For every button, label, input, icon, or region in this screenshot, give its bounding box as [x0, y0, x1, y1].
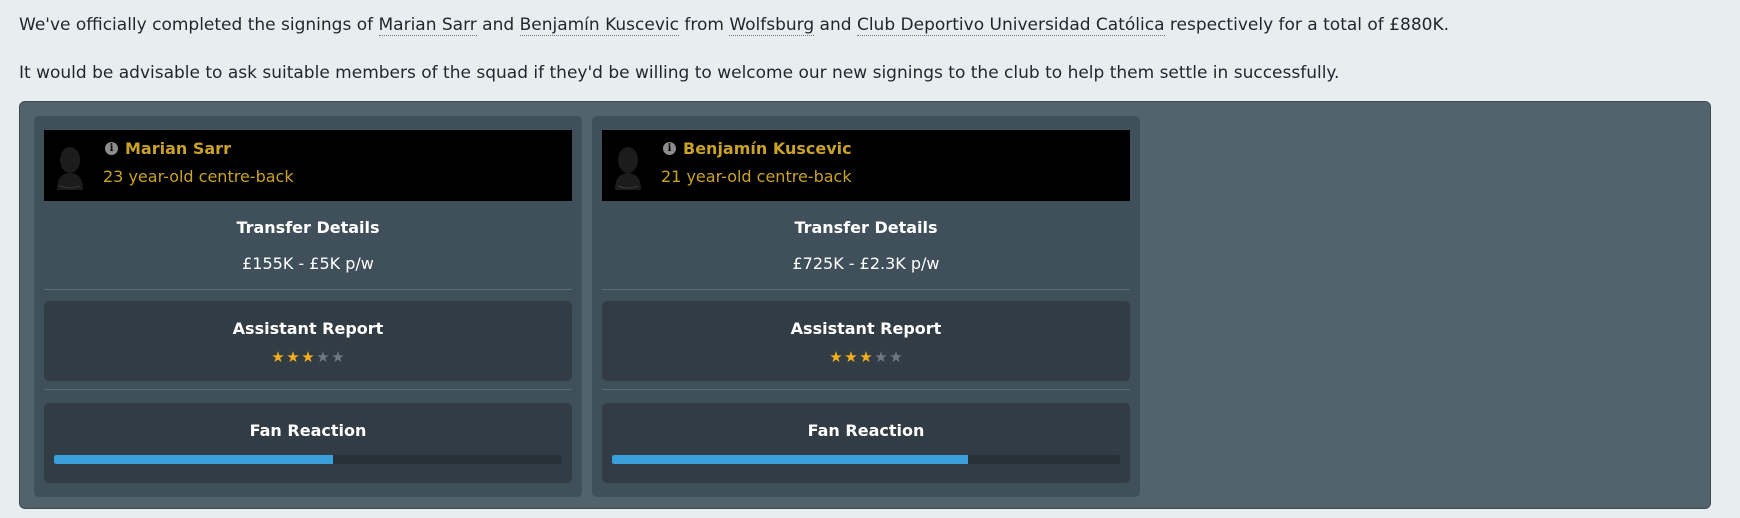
- player-header[interactable]: i Marian Sarr 23 year-old centre-back: [44, 130, 572, 201]
- star-filled-icon: ★: [859, 348, 873, 366]
- star-empty-icon: ★: [316, 348, 330, 366]
- player-name[interactable]: Benjamín Kuscevic: [683, 139, 852, 158]
- info-icon[interactable]: i: [105, 142, 118, 155]
- intro-text: and: [476, 15, 520, 35]
- club-link-wolfsburg[interactable]: Wolfsburg: [729, 15, 815, 36]
- signing-card: i Marian Sarr 23 year-old centre-back Tr…: [34, 116, 582, 497]
- star-rating: ★ ★ ★ ★ ★: [602, 349, 1130, 365]
- intro-text: We've officially completed the signings …: [19, 15, 379, 35]
- advice-text: It would be advisable to ask suitable me…: [19, 63, 1340, 83]
- fan-reaction-title: Fan Reaction: [807, 421, 925, 440]
- star-filled-icon: ★: [286, 348, 300, 366]
- assistant-report-title: Assistant Report: [790, 319, 942, 338]
- fan-reaction-title: Fan Reaction: [249, 421, 367, 440]
- fan-reaction-box: Fan Reaction: [602, 403, 1130, 483]
- club-link-universidad-catolica[interactable]: Club Deportivo Universidad Católica: [856, 15, 1165, 36]
- divider: [602, 289, 1130, 290]
- divider: [44, 289, 572, 290]
- fan-reaction-bar-fill: [612, 455, 968, 464]
- fan-reaction-bar: [612, 455, 1120, 464]
- signing-card: i Benjamín Kuscevic 21 year-old centre-b…: [592, 116, 1140, 497]
- player-silhouette-icon: [615, 147, 641, 190]
- transfer-details-value: £725K - £2.3K p/w: [792, 254, 940, 273]
- star-rating: ★ ★ ★ ★ ★: [44, 349, 572, 365]
- fan-reaction-bar: [54, 455, 562, 464]
- star-empty-icon: ★: [874, 348, 888, 366]
- star-filled-icon: ★: [271, 348, 285, 366]
- news-intro-line: We've officially completed the signings …: [19, 15, 1450, 36]
- transfer-details-title: Transfer Details: [236, 218, 380, 237]
- assistant-report-title: Assistant Report: [232, 319, 384, 338]
- signings-panel: i Marian Sarr 23 year-old centre-back Tr…: [19, 101, 1711, 509]
- divider: [44, 389, 572, 390]
- star-empty-icon: ★: [889, 348, 903, 366]
- intro-text: from: [678, 15, 730, 35]
- fan-reaction-box: Fan Reaction: [44, 403, 572, 483]
- player-name[interactable]: Marian Sarr: [125, 139, 231, 158]
- divider: [602, 389, 1130, 390]
- transfer-details-title: Transfer Details: [794, 218, 938, 237]
- player-silhouette-icon: [57, 147, 83, 190]
- info-icon[interactable]: i: [663, 142, 676, 155]
- star-filled-icon: ★: [301, 348, 315, 366]
- player-description: 23 year-old centre-back: [103, 167, 294, 186]
- player-header[interactable]: i Benjamín Kuscevic 21 year-old centre-b…: [602, 130, 1130, 201]
- fan-reaction-bar-fill: [54, 455, 334, 464]
- player-description: 21 year-old centre-back: [661, 167, 852, 186]
- star-filled-icon: ★: [829, 348, 843, 366]
- intro-text: respectively for a total of £880K.: [1164, 15, 1450, 35]
- star-filled-icon: ★: [844, 348, 858, 366]
- intro-text: and: [814, 15, 857, 35]
- transfer-details-value: £155K - £5K p/w: [242, 254, 374, 273]
- assistant-report-box: Assistant Report ★ ★ ★ ★ ★: [44, 301, 572, 381]
- assistant-report-box: Assistant Report ★ ★ ★ ★ ★: [602, 301, 1130, 381]
- player-link-benjamin-kuscevic[interactable]: Benjamín Kuscevic: [519, 15, 679, 36]
- star-empty-icon: ★: [331, 348, 345, 366]
- player-link-marian-sarr[interactable]: Marian Sarr: [378, 15, 477, 36]
